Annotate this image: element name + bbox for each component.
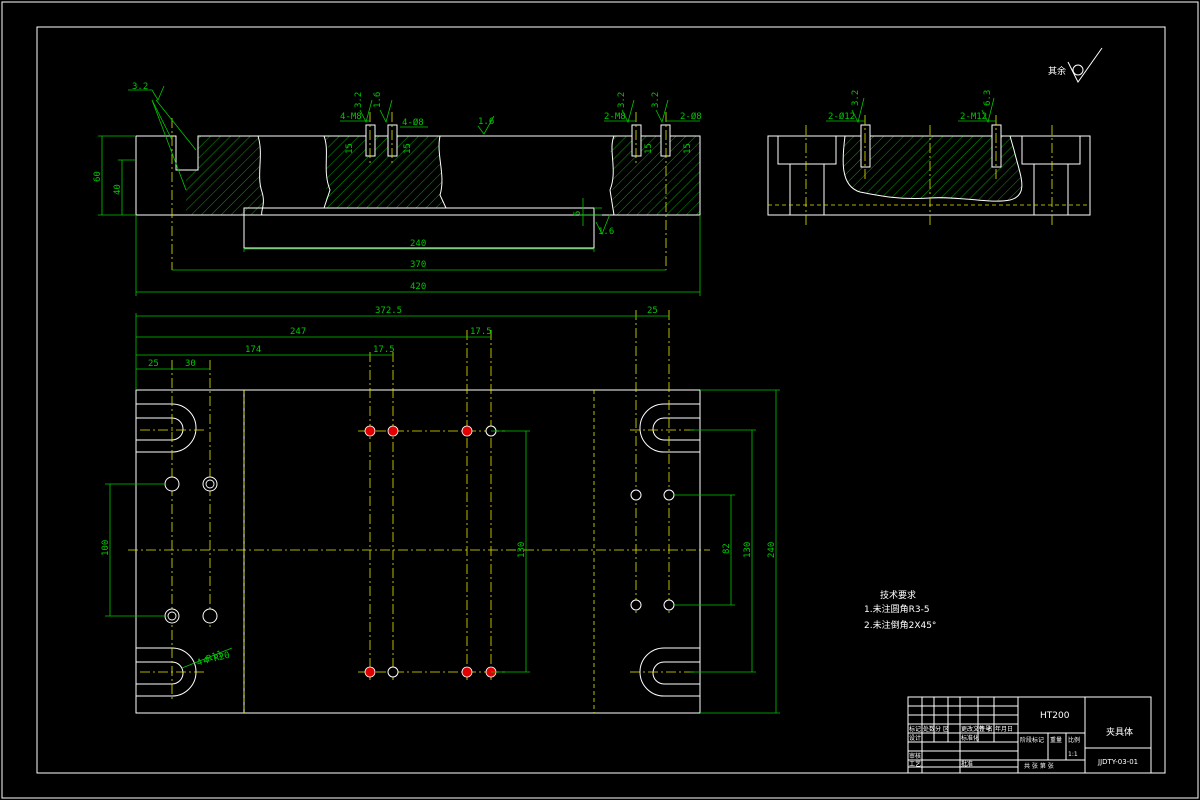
dim-420: 420 (410, 282, 426, 292)
dim-17-5a: 17.5 (373, 345, 395, 355)
tapped-hole-4 (660, 124, 671, 157)
tb-stage-mark: 阶段标记 (1020, 736, 1044, 744)
roughness-circle-icon (1072, 64, 1084, 76)
tb-standard: 标准化 (961, 734, 979, 742)
label-4-d8: 4-Ø8 (402, 117, 424, 128)
cad-drawing: 其余 60 40 240 370 420 5 4-M8 4-Ø8 2-M8 2-… (1, 1, 1199, 799)
dim-25b: 25 (647, 306, 658, 316)
plan-outline (135, 389, 701, 714)
dim-240: 240 (410, 239, 426, 249)
tb-sheets: 共 张 第 张 (1024, 762, 1054, 770)
dim-174: 174 (245, 345, 261, 355)
tb-ratio: 1:1 (1068, 751, 1078, 758)
dim-15a: 15 (345, 143, 355, 154)
tb-sign: 签 名 (979, 725, 993, 733)
side-hole-1 (860, 124, 871, 168)
u-slot-tl-outer (136, 403, 197, 453)
side-counterbore-left (777, 135, 837, 165)
dim-247: 247 (290, 327, 306, 337)
u-slot-br-inner (652, 661, 700, 685)
label-2-m8: 2-M8 (604, 112, 626, 122)
tapped-hole-3 (631, 124, 642, 157)
dim-240-plan: 240 (767, 542, 777, 558)
title-block: 标记 处数 分 区 更改文件号 签 名 年月日 设计 标准化 审核 工艺 批准 … (907, 696, 1152, 774)
tb-mark: 标记 (909, 725, 921, 733)
dim-15d: 15 (683, 143, 693, 154)
tb-part-name: 夹具体 (1106, 726, 1133, 738)
hatch-middle (324, 136, 446, 208)
tb-material: HT200 (1040, 711, 1070, 721)
tb-count: 处数 (923, 725, 935, 733)
tb-design: 设计 (909, 734, 921, 742)
dim-h60: 60 (93, 171, 103, 182)
side-counterbore-right (1021, 135, 1081, 165)
side-hole-2 (991, 124, 1002, 168)
svg-text:1.6: 1.6 (598, 227, 614, 237)
roughness-check-icon (1067, 47, 1103, 83)
tb-weight: 重量 (1050, 736, 1062, 744)
side-section-view: 2-Ø12 2-M12 3.2 6.3 (767, 90, 1091, 225)
u-slot-tr-inner (652, 417, 700, 441)
tb-process: 工艺 (909, 760, 921, 768)
roughness-rest-mark: 其余 (1048, 47, 1103, 83)
u-slot-bl-inner (136, 661, 184, 685)
dim-15c: 15 (644, 143, 654, 154)
tech-req-item-1: 1.未注圆角R3-5 (864, 603, 930, 615)
u-slot-tl-inner (136, 417, 184, 441)
dim-130a: 130 (517, 542, 527, 558)
tb-date: 年月日 (995, 725, 1013, 733)
svg-text:6.3: 6.3 (983, 90, 993, 106)
front-section-view: 60 40 240 370 420 5 4-M8 4-Ø8 2-M8 2-Ø8 … (93, 82, 702, 296)
svg-text:1.6: 1.6 (478, 117, 494, 127)
dim-370: 370 (410, 260, 426, 270)
technical-requirements: 技术要求 1.未注圆角R3-5 2.未注倒角2X45° (864, 589, 936, 631)
dim-25a: 25 (148, 359, 159, 369)
dim-100: 100 (101, 540, 111, 556)
dim-h40: 40 (113, 184, 123, 195)
tapped-hole-2 (387, 124, 398, 157)
label-2-m12: 2-M12 (960, 112, 987, 122)
dim-130b: 130 (743, 542, 753, 558)
tb-scale: 比例 (1068, 736, 1080, 744)
dim-5: 5 (573, 211, 583, 216)
svg-text:3.2: 3.2 (617, 92, 627, 108)
svg-text:3.2: 3.2 (851, 90, 861, 106)
roughness-rest-label: 其余 (1048, 65, 1066, 77)
tb-approve: 批准 (961, 760, 973, 768)
tech-req-item-2: 2.未注倒角2X45° (864, 619, 936, 631)
dim-372-5: 372.5 (375, 306, 402, 316)
tb-zone: 分 区 (935, 725, 949, 733)
svg-text:3.2: 3.2 (651, 92, 661, 108)
label-2-d12: 2-Ø12 (828, 111, 855, 122)
label-4-m8: 4-M8 (340, 112, 362, 122)
dim-82: 82 (722, 543, 732, 554)
svg-text:3.2: 3.2 (354, 92, 364, 108)
tapped-hole-1 (365, 124, 376, 157)
label-4-r20: 4-R20 (202, 651, 231, 667)
dim-30: 30 (185, 359, 196, 369)
plan-view: 372.5 25 247 17.5 174 17.5 25 30 100 130… (101, 306, 780, 714)
u-slot-tr-outer (639, 403, 700, 453)
red-hole (364, 425, 376, 437)
dim-17-5b: 17.5 (470, 327, 492, 337)
label-2-d8: 2-Ø8 (680, 111, 702, 122)
tb-drawing-no: JJDTY-03-01 (1097, 758, 1138, 766)
svg-text:1.6: 1.6 (373, 92, 383, 108)
dim-15b: 15 (403, 143, 413, 154)
roughness-r1: 3.2 (132, 82, 148, 92)
tb-review: 审核 (909, 752, 921, 760)
tech-req-title: 技术要求 (880, 589, 916, 601)
